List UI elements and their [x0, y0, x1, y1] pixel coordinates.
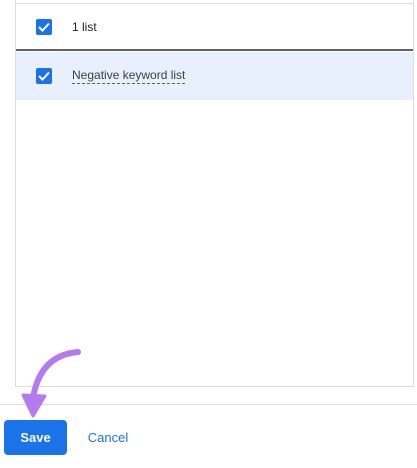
cancel-button[interactable]: Cancel — [77, 420, 139, 455]
checkmark-icon — [38, 71, 50, 81]
list-item[interactable]: Negative keyword list — [16, 52, 413, 100]
list-item-label[interactable]: Negative keyword list — [72, 68, 186, 84]
list-header-row: 1 list — [16, 3, 413, 51]
list-count-label: 1 list — [72, 19, 97, 34]
select-all-checkbox[interactable] — [36, 18, 52, 35]
list-panel: 1 list Negative keyword list — [15, 0, 414, 387]
page: 1 list Negative keyword list Save Cancel — [0, 0, 417, 468]
list-item-checkbox[interactable] — [36, 68, 52, 84]
save-button[interactable]: Save — [4, 420, 67, 455]
footer-divider — [0, 404, 417, 405]
checkmark-icon — [38, 22, 50, 32]
